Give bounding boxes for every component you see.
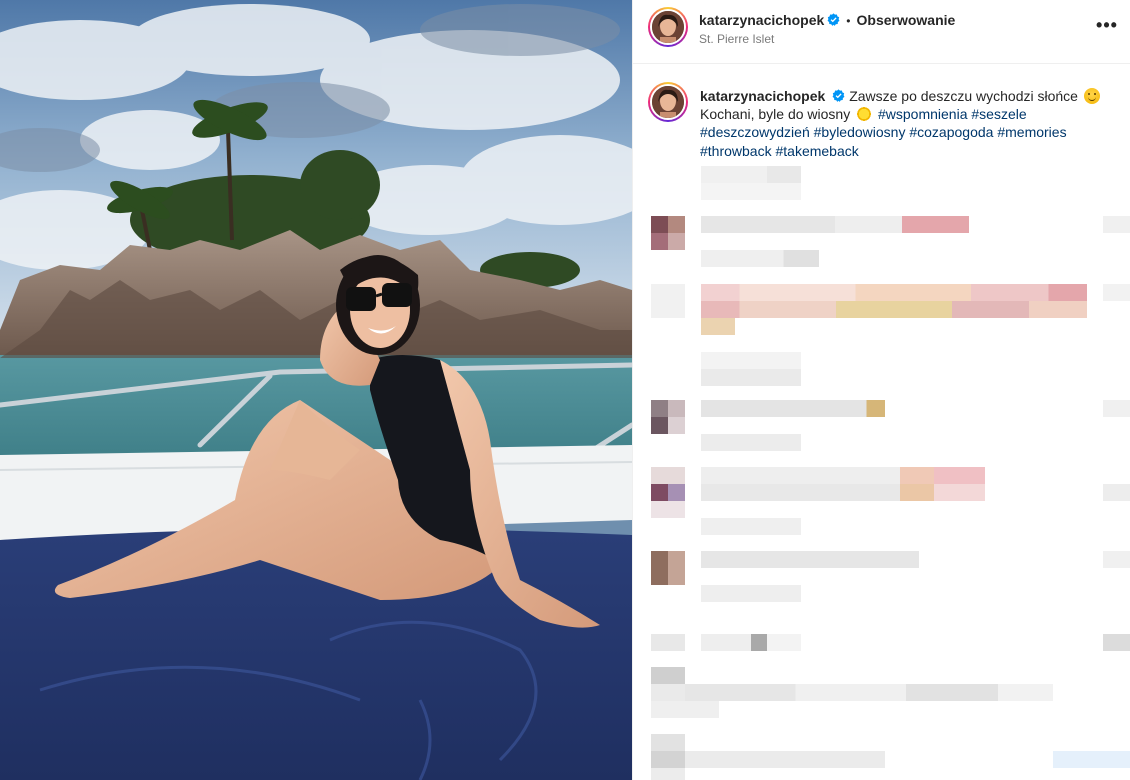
- comment-meta-blurred: [701, 250, 819, 267]
- comment-avatar-blurred: [651, 551, 685, 585]
- caption-line-1: Zawsze po deszczu wychodzi słońce: [849, 88, 1078, 104]
- comment-text-blurred: [701, 400, 885, 417]
- sun-emoji: [856, 106, 873, 123]
- like-icon-blurred: [1103, 284, 1130, 301]
- separator-dot: •: [846, 14, 851, 28]
- author-avatar[interactable]: [648, 7, 688, 47]
- comment-meta-blurred: [701, 352, 801, 386]
- comment-avatar-blurred: [651, 467, 685, 518]
- hashtag-link[interactable]: #memories: [997, 124, 1066, 140]
- caption-line-2: Kochani, byle do wiosny: [700, 106, 851, 123]
- like-icon-blurred: [1103, 216, 1130, 233]
- hashtag-link[interactable]: #cozapogoda: [909, 124, 993, 140]
- photo-image: [0, 0, 632, 780]
- like-icon-blurred: [1103, 484, 1130, 501]
- comment-avatar-blurred: [651, 634, 685, 651]
- hashtag-link[interactable]: #takemeback: [775, 143, 858, 159]
- hashtag-link[interactable]: #byledowiosny: [814, 124, 906, 140]
- post-header: katarzynacichopek • Obserwowanie St. Pierr…: [633, 0, 1130, 64]
- comment-avatar-blurred: [651, 216, 685, 250]
- comment-text-blurred: [701, 484, 985, 501]
- avatar-image: [652, 11, 684, 43]
- hashtag-link[interactable]: #wspomnienia: [878, 106, 968, 122]
- hashtag-link[interactable]: #deszczowydzień: [700, 124, 810, 140]
- comment-avatar-blurred: [651, 734, 685, 780]
- caption-username[interactable]: katarzynacichopek: [700, 88, 825, 104]
- like-icon-blurred: [1103, 400, 1130, 417]
- comment-avatar-blurred: [651, 400, 685, 434]
- comment-text-blurred: [685, 684, 1053, 701]
- following-button[interactable]: Obserwowanie: [857, 12, 956, 28]
- post-location[interactable]: St. Pierre Islet: [699, 32, 774, 46]
- comment-text-blurred: [701, 634, 801, 651]
- caption-text: katarzynacichopek Zawsze po deszczu wych…: [700, 87, 1110, 160]
- verified-badge-icon: [832, 89, 845, 102]
- comment-text-blurred: [1053, 751, 1130, 768]
- smiling-face-emoji: [1083, 88, 1100, 104]
- comment-avatar-blurred: [651, 284, 685, 318]
- avatar-image: [652, 86, 684, 118]
- comment-text-blurred: [701, 216, 969, 233]
- comment-meta-blurred: [701, 434, 801, 451]
- comment-text-blurred: [685, 751, 885, 768]
- comment-meta-blurred: [701, 518, 801, 535]
- comment-text-blurred: [701, 284, 1087, 301]
- hashtag-link[interactable]: #throwback: [700, 143, 772, 159]
- comment-avatar-blurred: [651, 667, 685, 701]
- like-icon-blurred: [1103, 634, 1130, 651]
- post-sidebar: katarzynacichopek • Obserwowanie St. Pierr…: [632, 0, 1130, 780]
- hashtag-link[interactable]: #seszele: [971, 106, 1026, 122]
- comment-text-blurred: [701, 467, 985, 484]
- comment-text-blurred: [701, 551, 919, 568]
- comment-meta-blurred: [701, 585, 801, 602]
- comment-text-blurred: [701, 301, 1087, 318]
- post-photo[interactable]: [0, 0, 632, 780]
- comment-meta-blurred: [651, 701, 719, 718]
- caption-avatar[interactable]: [648, 82, 688, 122]
- more-options-icon[interactable]: •••: [1095, 16, 1119, 42]
- comment-text-blurred: [701, 318, 735, 335]
- author-username[interactable]: katarzynacichopek: [699, 12, 824, 28]
- author-name-row: katarzynacichopek • Obserwowanie: [699, 12, 955, 28]
- verified-badge-icon: [827, 13, 840, 26]
- like-icon-blurred: [1103, 551, 1130, 568]
- caption-timestamp-blurred: [701, 166, 801, 200]
